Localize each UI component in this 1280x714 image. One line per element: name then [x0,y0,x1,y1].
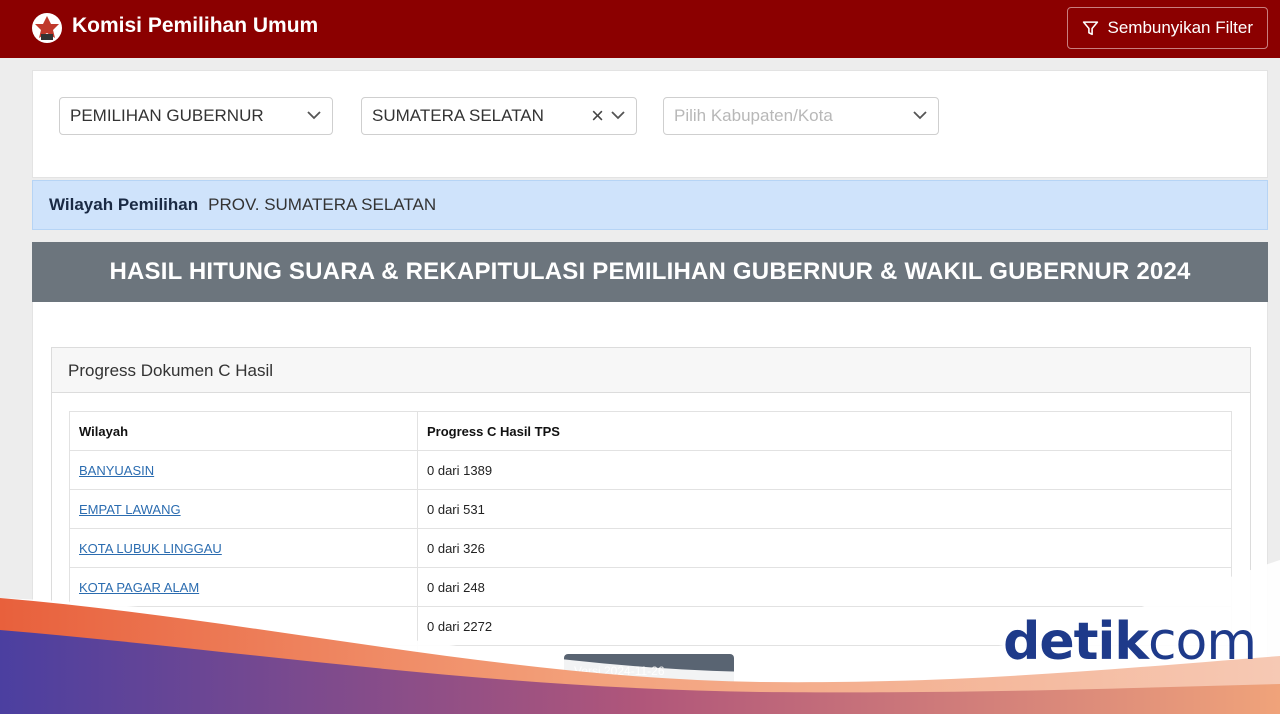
detikcom-watermark-logo: detikcom [1003,612,1257,672]
filter-icon [1083,20,1099,35]
chevron-down-icon [307,111,321,120]
top-navbar: Komisi Pemilihan Umum Sembunyikan Filter [0,0,1280,58]
filter-panel: PEMILIHAN GUBERNUR SUMATERA SELATAN × Pi… [32,70,1268,178]
region-link[interactable]: EMPAT LAWANG [79,502,181,517]
table-header-row: Wilayah Progress C Hasil TPS [69,411,1232,451]
table-row: BANYUASIN 0 dari 1389 [69,450,1232,490]
chevron-down-icon [913,111,927,120]
results-title: HASIL HITUNG SUARA & REKAPITULASI PEMILI… [32,242,1268,302]
hide-filter-button[interactable]: Sembunyikan Filter [1067,7,1268,49]
chevron-down-icon [611,111,625,120]
version-toast: Versi 2024-11-26 [564,654,734,688]
column-header-region: Wilayah [69,411,418,451]
watermark-brand: detik [1003,612,1149,672]
table-row: EMPAT LAWANG 0 dari 531 [69,489,1232,529]
progress-cell: 0 dari 248 [417,567,1232,607]
column-header-progress: Progress C Hasil TPS [417,411,1232,451]
province-select[interactable]: SUMATERA SELATAN × [361,97,637,135]
progress-card-title: Progress Dokumen C Hasil [52,348,1250,393]
table-row: KOTA PAGAR ALAM 0 dari 248 [69,567,1232,607]
progress-cell: 0 dari 326 [417,528,1232,568]
region-link[interactable]: KOTA PAGAR ALAM [79,580,199,595]
region-link[interactable]: KOTA LUBUK LINGGAU [79,541,222,556]
regency-placeholder: Pilih Kabupaten/Kota [674,106,833,125]
election-type-value: PEMILIHAN GUBERNUR [70,106,264,125]
table-row: KOTA LUBUK LINGGAU 0 dari 326 [69,528,1232,568]
progress-cell: 0 dari 531 [417,489,1232,529]
region-label: Wilayah Pemilihan [49,195,199,214]
province-value: SUMATERA SELATAN [372,106,544,125]
kpu-logo-icon [32,13,62,43]
region-info-bar: Wilayah Pemilihan PROV. SUMATERA SELATAN [32,180,1268,230]
region-link[interactable]: KOTA PALEMBANG [79,619,196,634]
election-type-select[interactable]: PEMILIHAN GUBERNUR [59,97,333,135]
watermark-suffix: com [1147,612,1257,672]
region-link[interactable]: BANYUASIN [79,463,154,478]
app-title: Komisi Pemilihan Umum [72,14,319,37]
region-value: PROV. SUMATERA SELATAN [208,195,437,214]
progress-cell: 0 dari 1389 [417,450,1232,490]
regency-select[interactable]: Pilih Kabupaten/Kota [663,97,939,135]
clear-icon[interactable]: × [591,104,604,128]
hide-filter-label: Sembunyikan Filter [1107,18,1253,37]
